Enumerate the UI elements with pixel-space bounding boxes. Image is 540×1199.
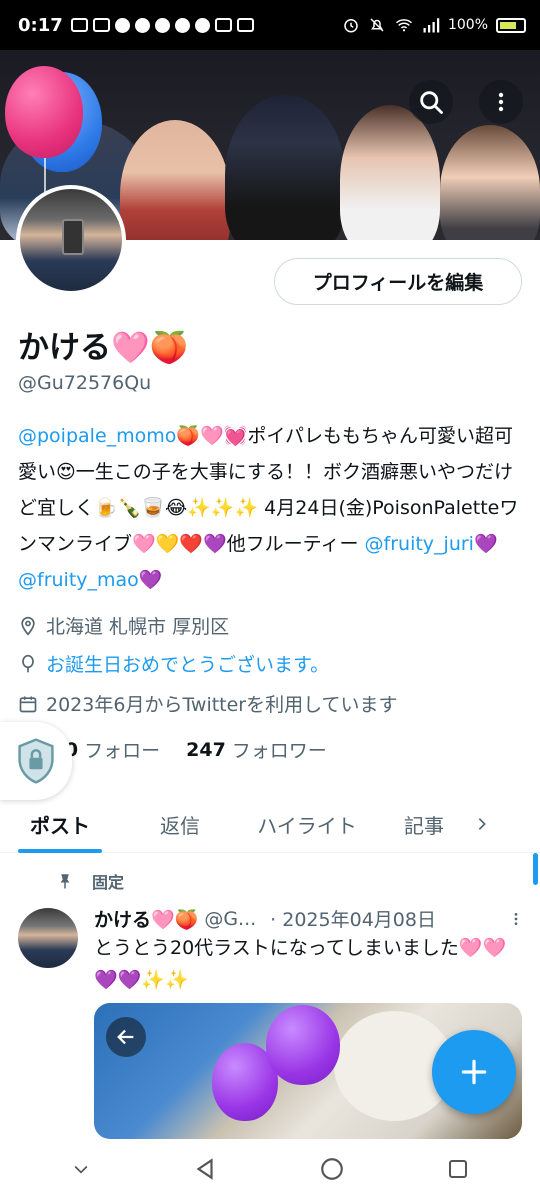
tweet-date[interactable]: · 2025年04月08日 [270,905,436,932]
profile-location: 北海道 札幌市 厚別区 [18,612,229,639]
notification-icons [70,17,254,33]
tweet-author-name[interactable]: かける🩷🍑 [94,905,198,932]
calendar-icon [19,696,37,712]
bio-mention[interactable]: @fruity_mao [18,569,139,591]
bio-text: 💜 [138,569,163,591]
tab-highlights[interactable]: ハイライト [242,795,372,853]
status-time: 0:17 [18,14,63,36]
balloon-decoration [5,66,83,158]
tweet-text: とうとう20代ラストになってしまいました🩷🩷💜💜✨✨ [94,937,507,991]
media-back-button[interactable] [106,1017,146,1057]
profile-name: かける🩷🍑 [18,330,189,366]
plus-icon [461,1059,487,1085]
scrollbar[interactable] [533,853,538,885]
followers-count[interactable]: 247 [186,739,226,761]
following-label[interactable]: フォロー [84,736,160,763]
signal-icon [423,18,440,33]
tab-articles[interactable]: 記事 [394,795,454,853]
location-icon [21,616,35,636]
security-overlay-button[interactable] [0,722,72,800]
nav-home-icon[interactable] [319,1156,345,1182]
shield-lock-icon [18,738,54,784]
tab-overflow[interactable] [472,795,492,853]
compose-button[interactable] [432,1030,516,1114]
edit-profile-button[interactable]: プロフィールを編集 [274,258,522,305]
chevron-down-icon[interactable] [71,1159,91,1179]
back-icon [117,1029,134,1045]
mute-icon [370,18,384,32]
pin-icon [60,874,70,889]
more-vertical-icon [498,92,504,112]
more-button[interactable] [479,80,523,124]
balloon-icon [22,654,34,672]
tweet-avatar[interactable] [18,908,78,968]
tab-replies[interactable]: 返信 [140,795,220,853]
system-icons: 100% [342,16,526,34]
sync-icon [174,17,190,33]
wifi-icon [395,19,412,32]
nav-back-icon[interactable] [192,1156,218,1182]
sim-icon [214,18,232,32]
followers-label[interactable]: フォロワー [232,736,327,763]
system-nav-bar [0,1139,540,1199]
yahoo-icon [92,18,110,32]
dot-icon [154,17,170,33]
profile-birthday[interactable]: お誕生日おめでとうございます。 [18,650,329,677]
bio-mention[interactable]: @fruity_juri [365,533,474,555]
profile-joined: 2023年6月からTwitterを利用しています [18,690,398,717]
profile-tabs: ポスト 返信 ハイライト 記事 [0,795,540,853]
tweet-more-icon[interactable] [508,909,524,929]
pinned-indicator: 固定 [56,869,124,893]
search-icon [420,91,443,114]
battery-icon [496,17,526,33]
vpn-icon [114,17,130,33]
mail-icon [134,17,150,33]
tweet-author-handle[interactable]: @G... [204,908,256,930]
fan-icon [194,17,210,33]
bio-mention[interactable]: @poipale_momo [18,425,176,447]
chevron-right-icon [478,818,486,830]
profile-avatar[interactable] [16,185,126,295]
alarm-icon [344,19,358,33]
battery-percent: 100% [447,17,488,33]
search-button[interactable] [409,80,453,124]
profile-bio: @poipale_momo🍑🩷💓ポイパレももちゃん可愛い超可愛い😍一生この子を大… [18,418,528,598]
profile-handle: @Gu72576Qu [18,372,152,394]
status-bar: 0:17 100% [0,0,540,50]
tweet-header: かける🩷🍑 @G... · 2025年04月08日 [94,905,524,932]
nav-recents-icon[interactable] [446,1157,470,1181]
youtube-icon [70,18,88,32]
calendar-app-icon [236,18,254,32]
bio-text: 💜 [473,533,498,555]
tab-posts[interactable]: ポスト [18,795,102,853]
balloon-decoration [266,1005,340,1085]
